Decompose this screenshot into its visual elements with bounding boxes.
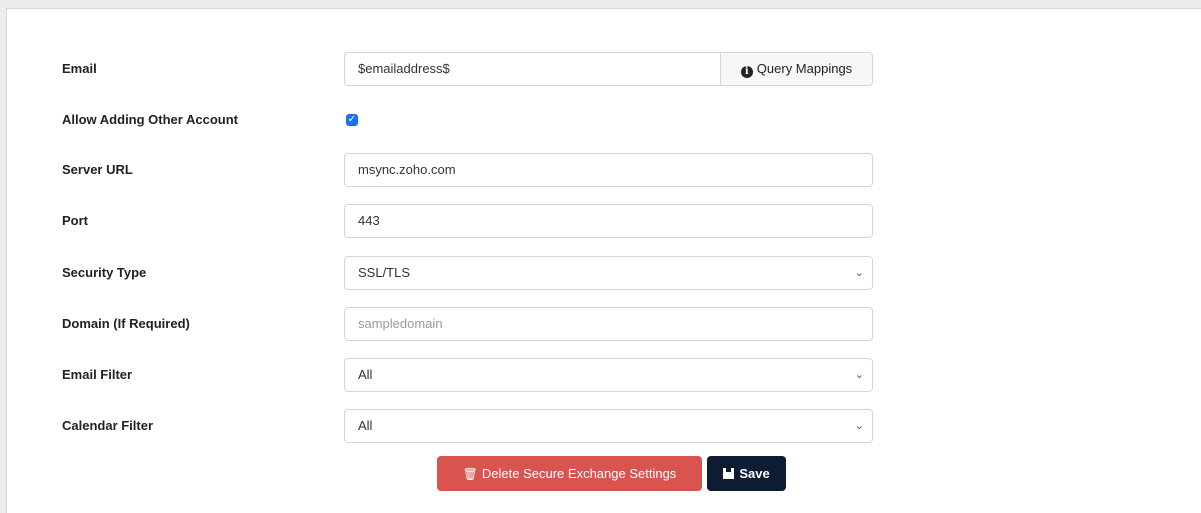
allow-adding-row: Allow Adding Other Account ✓ (7, 102, 1201, 138)
floppy-disk-icon (723, 468, 735, 479)
calendar-filter-value: All (358, 418, 373, 433)
email-filter-select[interactable]: All ⌄ (344, 358, 873, 392)
query-mappings-button[interactable]: i Query Mappings (720, 52, 873, 86)
domain-input[interactable]: sampledomain (344, 307, 873, 341)
allow-adding-label: Allow Adding Other Account (62, 112, 238, 127)
server-url-input[interactable]: msync.zoho.com (344, 153, 873, 187)
port-input[interactable]: 443 (344, 204, 873, 238)
port-label: Port (62, 213, 88, 228)
settings-panel: Email $emailaddress$ i Query Mappings All… (6, 8, 1201, 513)
email-label: Email (62, 61, 97, 76)
email-input[interactable]: $emailaddress$ (344, 52, 721, 86)
delete-settings-button[interactable]: 🗑 Delete Secure Exchange Settings (437, 456, 702, 491)
chevron-down-icon: ⌄ (854, 369, 864, 381)
email-filter-label: Email Filter (62, 367, 133, 382)
delete-settings-label: Delete Secure Exchange Settings (481, 466, 677, 481)
email-row: Email $emailaddress$ i Query Mappings (7, 51, 1201, 87)
email-filter-value: All (358, 367, 373, 382)
security-type-row: Security Type SSL/TLS ⌄ (7, 255, 1201, 291)
allow-adding-checkbox[interactable]: ✓ (346, 114, 358, 126)
security-type-select[interactable]: SSL/TLS ⌄ (344, 256, 873, 290)
server-url-row: Server URL msync.zoho.com (7, 152, 1201, 188)
domain-row: Domain (If Required) sampledomain (7, 306, 1201, 342)
calendar-filter-label: Calendar Filter (62, 418, 154, 433)
chevron-down-icon: ⌄ (854, 267, 864, 279)
security-type-value: SSL/TLS (358, 265, 411, 280)
server-url-label: Server URL (62, 162, 133, 177)
save-label: Save (739, 466, 770, 481)
calendar-filter-select[interactable]: All ⌄ (344, 409, 873, 443)
security-type-label: Security Type (62, 265, 147, 280)
save-button[interactable]: Save (707, 456, 786, 491)
query-mappings-label: Query Mappings (756, 61, 853, 76)
info-circle-icon: i (740, 66, 753, 78)
domain-label: Domain (If Required) (62, 316, 190, 331)
trash-icon: 🗑 (462, 467, 478, 481)
calendar-filter-row: Calendar Filter All ⌄ (7, 408, 1201, 444)
email-filter-row: Email Filter All ⌄ (7, 357, 1201, 393)
chevron-down-icon: ⌄ (854, 420, 864, 432)
port-row: Port 443 (7, 203, 1201, 239)
